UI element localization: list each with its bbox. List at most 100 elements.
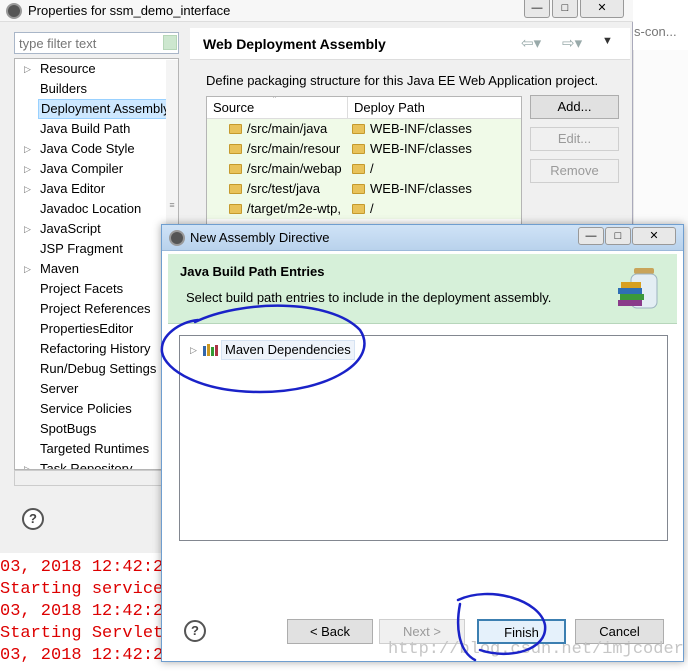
table-row[interactable]: /target/m2e-wtp, / bbox=[207, 199, 521, 219]
expand-arrow-icon[interactable]: ▷ bbox=[24, 219, 31, 239]
expand-arrow-icon[interactable]: ▷ bbox=[24, 139, 31, 159]
deploy-path-cell: WEB-INF/classes bbox=[352, 179, 521, 199]
filter-input[interactable] bbox=[14, 32, 179, 54]
maximize-icon[interactable]: □ bbox=[552, 0, 578, 18]
tree-item[interactable]: ▷ Java Code Style bbox=[15, 139, 178, 159]
page-title: Web Deployment Assembly bbox=[203, 36, 386, 52]
tree-item-label: Java Build Path bbox=[40, 121, 131, 136]
eclipse-icon bbox=[169, 230, 185, 246]
help-icon[interactable]: ? bbox=[22, 508, 44, 530]
tree-item[interactable]: ▷ Java Compiler bbox=[15, 159, 178, 179]
source-cell: /src/main/webap bbox=[229, 159, 349, 179]
property-pages-tree[interactable]: ▷ Resource Builders Deployment Assembly Java… bbox=[14, 58, 179, 470]
column-header-deploy-path[interactable]: Deploy Path bbox=[348, 97, 521, 119]
tree-item-label: Service Policies bbox=[40, 401, 132, 416]
watermark: http://blog.csdn.net/imjcoder bbox=[388, 640, 684, 659]
build-path-entries-tree[interactable]: ▷ Maven Dependencies bbox=[179, 335, 668, 541]
tree-item[interactable]: ▷ Java Editor bbox=[15, 179, 178, 199]
source-cell: /src/test/java bbox=[229, 179, 349, 199]
tree-item[interactable]: Builders bbox=[15, 79, 178, 99]
tree-item[interactable]: Targeted Runtimes bbox=[15, 439, 178, 459]
expand-arrow-icon[interactable]: ▷ bbox=[24, 459, 31, 469]
tree-item[interactable]: Run/Debug Settings bbox=[15, 359, 178, 379]
tree-item[interactable]: Server bbox=[15, 379, 178, 399]
minimize-icon[interactable]: — bbox=[524, 0, 550, 18]
clear-filter-icon[interactable] bbox=[163, 35, 177, 50]
tree-item[interactable]: Javadoc Location bbox=[15, 199, 178, 219]
view-menu-icon[interactable]: ▼ bbox=[602, 35, 613, 47]
close-icon[interactable]: ✕ bbox=[632, 227, 676, 245]
page-description: Define packaging structure for this Java… bbox=[206, 73, 599, 88]
tree-item[interactable]: Service Policies bbox=[15, 399, 178, 419]
column-header-source[interactable]: ˆ Source bbox=[207, 97, 348, 119]
library-icon bbox=[203, 344, 218, 356]
tree-item[interactable]: ▷ Task Repository bbox=[15, 459, 178, 470]
help-icon[interactable]: ? bbox=[184, 620, 206, 642]
properties-window-title: Properties for ssm_demo_interface bbox=[28, 3, 231, 18]
back-arrow-icon[interactable]: ⇦▾ bbox=[521, 34, 541, 52]
tree-item[interactable]: ▷ JavaScript bbox=[15, 219, 178, 239]
assembly-table[interactable]: ˆ Source Deploy Path /src/main/java WEB-I… bbox=[206, 96, 522, 226]
expand-arrow-icon[interactable]: ▷ bbox=[24, 179, 31, 199]
tree-item-maven-dependencies[interactable]: ▷ Maven Dependencies bbox=[190, 340, 370, 360]
tree-item-label: Java Compiler bbox=[40, 161, 124, 176]
tree-item[interactable]: ▷ Resource bbox=[15, 59, 178, 79]
tree-item-label: Task Repository bbox=[40, 461, 133, 470]
table-row[interactable]: /src/main/resour WEB-INF/classes bbox=[207, 139, 521, 159]
tree-item-label: Project References bbox=[40, 301, 151, 316]
source-cell: /target/m2e-wtp, bbox=[229, 199, 349, 219]
tree-item-label: Server bbox=[40, 381, 79, 396]
close-icon[interactable]: ✕ bbox=[580, 0, 624, 18]
expand-arrow-icon[interactable]: ▷ bbox=[24, 59, 31, 79]
tree-item-label: PropertiesEditor bbox=[40, 321, 134, 336]
maximize-icon[interactable]: □ bbox=[605, 227, 631, 245]
tree-item[interactable]: Project References bbox=[15, 299, 178, 319]
folder-icon bbox=[352, 124, 365, 134]
add-button[interactable]: Add... bbox=[530, 95, 619, 119]
background-editor-text: s-con... bbox=[634, 24, 677, 39]
tree-item[interactable]: Deployment Assembly bbox=[15, 99, 178, 119]
expand-arrow-icon[interactable]: ▷ bbox=[190, 340, 197, 360]
console-line: 03, 2018 12:42:29 bbox=[0, 646, 174, 665]
dialog-title: New Assembly Directive bbox=[190, 230, 330, 245]
tree-item[interactable]: Refactoring History bbox=[15, 339, 178, 359]
folder-icon bbox=[352, 144, 365, 154]
tree-horizontal-scrollbar[interactable] bbox=[14, 470, 179, 486]
tree-item-label: Deployment Assembly bbox=[38, 99, 173, 119]
console-line: Starting Servlet bbox=[0, 624, 164, 643]
expand-arrow-icon[interactable]: ▷ bbox=[24, 159, 31, 179]
deploy-path-cell: / bbox=[352, 199, 521, 219]
console-line: 03, 2018 12:42:28 bbox=[0, 602, 174, 621]
tree-item-label: JSP Fragment bbox=[40, 241, 123, 256]
table-row[interactable]: /src/main/java WEB-INF/classes bbox=[207, 119, 521, 139]
forward-arrow-icon[interactable]: ⇨▾ bbox=[562, 34, 582, 52]
console-line: Starting service bbox=[0, 580, 164, 599]
tree-item[interactable]: Java Build Path bbox=[15, 119, 178, 139]
folder-icon bbox=[229, 144, 242, 154]
folder-icon bbox=[229, 164, 242, 174]
console-line: 03, 2018 12:42:28 bbox=[0, 558, 174, 577]
edit-button[interactable]: Edit... bbox=[530, 127, 619, 151]
tree-item-label: Maven bbox=[40, 261, 80, 276]
remove-button[interactable]: Remove bbox=[530, 159, 619, 183]
tree-item-label: Builders bbox=[40, 81, 87, 96]
tree-item[interactable]: SpotBugs bbox=[15, 419, 178, 439]
tree-item-label: Targeted Runtimes bbox=[40, 441, 150, 456]
expand-arrow-icon[interactable]: ▷ bbox=[24, 259, 31, 279]
back-button[interactable]: < Back bbox=[287, 619, 373, 644]
table-row[interactable]: /src/test/java WEB-INF/classes bbox=[207, 179, 521, 199]
source-cell: /src/main/resour bbox=[229, 139, 349, 159]
tree-item[interactable]: ▷ Maven bbox=[15, 259, 178, 279]
tree-item[interactable]: JSP Fragment bbox=[15, 239, 178, 259]
dialog-header-description: Select build path entries to include in … bbox=[186, 290, 552, 305]
tree-item-label: Project Facets bbox=[40, 281, 124, 296]
tree-item[interactable]: Project Facets bbox=[15, 279, 178, 299]
folder-icon bbox=[229, 184, 242, 194]
tree-item[interactable]: PropertiesEditor bbox=[15, 319, 178, 339]
properties-titlebar: Properties for ssm_demo_interface — □ ✕ bbox=[0, 0, 633, 22]
table-row[interactable]: /src/main/webap / bbox=[207, 159, 521, 179]
tree-item-label: Java Editor bbox=[40, 181, 106, 196]
scroll-thumb-icon[interactable]: ≡ bbox=[167, 200, 177, 218]
minimize-icon[interactable]: — bbox=[578, 227, 604, 245]
sort-caret-icon: ˆ bbox=[273, 96, 276, 105]
